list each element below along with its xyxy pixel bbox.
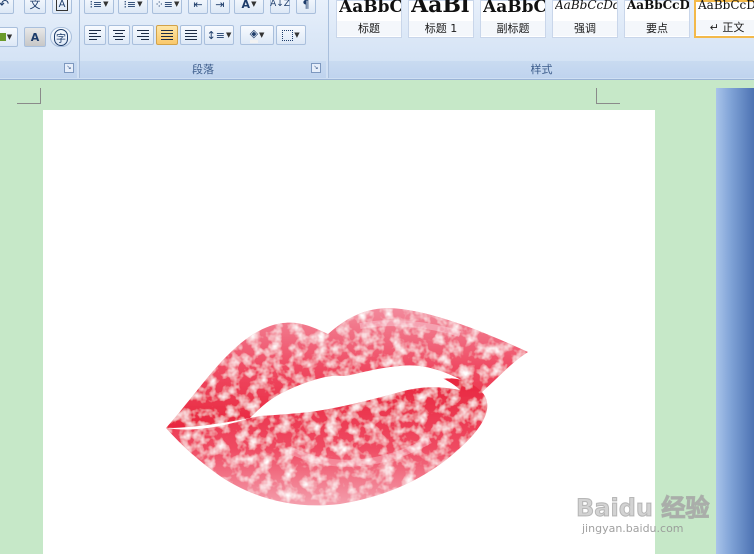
enclose-characters-button[interactable]: 字 xyxy=(50,27,72,47)
font-dialog-launcher[interactable]: ↘ xyxy=(64,63,74,73)
distribute-icon xyxy=(185,30,197,40)
multilevel-list-icon: ⁘≡ xyxy=(154,0,174,11)
char-border-icon-button[interactable]: A xyxy=(52,0,72,14)
increase-indent-button[interactable]: ⇥ xyxy=(210,0,230,14)
style-strong[interactable]: AaBbCcD 要点 xyxy=(624,0,690,38)
baidu-watermark: Baidu 经验 jingyan.baidu.com xyxy=(575,488,716,548)
chinese-layout-button[interactable]: A ▼ xyxy=(234,0,264,14)
border-grid-icon xyxy=(282,29,294,41)
multilevel-list-button[interactable]: ⁘≡ ▼ xyxy=(152,0,182,14)
paragraph-mark-icon: ¶ xyxy=(302,0,310,11)
watermark-url: jingyan.baidu.com xyxy=(582,522,684,535)
distribute-button[interactable] xyxy=(180,25,202,45)
align-right-icon xyxy=(137,30,149,40)
char-shading-button[interactable]: A xyxy=(24,27,46,47)
decrease-indent-icon: ⇤ xyxy=(193,0,203,11)
crop-mark-top-right xyxy=(596,88,620,104)
numbering-button[interactable]: ⁝≡ ▼ xyxy=(118,0,148,14)
phonetic-guide-button[interactable]: 文 xyxy=(24,0,46,14)
decrease-indent-button[interactable]: ⇤ xyxy=(188,0,208,14)
justify-icon xyxy=(161,30,173,40)
align-right-button[interactable] xyxy=(132,25,154,45)
sort-icon: A↓Z xyxy=(270,0,290,9)
justify-button[interactable] xyxy=(156,25,178,45)
line-spacing-icon: ↕≡ xyxy=(206,28,226,42)
paragraph-group-label: 段落 xyxy=(80,61,326,78)
style-subtitle[interactable]: AaBbC 副标题 xyxy=(480,0,546,38)
crop-mark-top-left xyxy=(17,88,41,104)
numbering-icon: ⁝≡ xyxy=(123,0,137,11)
paragraph-dialog-launcher[interactable]: ↘ xyxy=(311,63,321,73)
ribbon: ↶ 文 A ▼ A 字 ↘ ⁝≡ ▼ ⁝≡ ▼ ⁘≡ ▼ ⇤ ⇥ A ▼ A↓Z ¶ ↕… xyxy=(0,0,754,80)
sort-button[interactable]: A↓Z xyxy=(270,0,290,14)
window-side-panel xyxy=(716,88,754,554)
clear-format-button[interactable]: ↶ xyxy=(0,0,14,14)
align-left-icon xyxy=(89,30,101,40)
lips-image[interactable] xyxy=(160,300,535,510)
panel-gap xyxy=(716,80,754,88)
watermark-brand: Baidu 经验 xyxy=(575,494,710,523)
styles-group-label: 样式 xyxy=(329,61,754,78)
align-center-icon xyxy=(113,30,125,40)
highlight-color-button[interactable]: ▼ xyxy=(0,27,18,47)
chinese-layout-icon: A xyxy=(241,0,251,11)
bullets-icon: ⁝≡ xyxy=(89,0,103,11)
style-heading-1[interactable]: AaBl 标题 1 xyxy=(408,0,474,38)
style-title[interactable]: AaBbC 标题 xyxy=(336,0,402,38)
highlighter-icon xyxy=(0,33,6,41)
borders-button[interactable]: ▼ xyxy=(276,25,306,45)
align-left-button[interactable] xyxy=(84,25,106,45)
style-emphasis[interactable]: AaBbCcDd 强调 xyxy=(552,0,618,38)
show-marks-button[interactable]: ¶ xyxy=(296,0,316,14)
increase-indent-icon: ⇥ xyxy=(215,0,225,11)
style-normal[interactable]: AaBbCcD ↵ 正文 xyxy=(694,0,754,38)
line-spacing-button[interactable]: ↕≡ ▼ xyxy=(204,25,234,45)
paint-bucket-icon: ◈ xyxy=(249,27,259,43)
align-center-button[interactable] xyxy=(108,25,130,45)
shading-button[interactable]: ◈ ▼ xyxy=(240,25,274,45)
bullets-button[interactable]: ⁝≡ ▼ xyxy=(84,0,114,14)
